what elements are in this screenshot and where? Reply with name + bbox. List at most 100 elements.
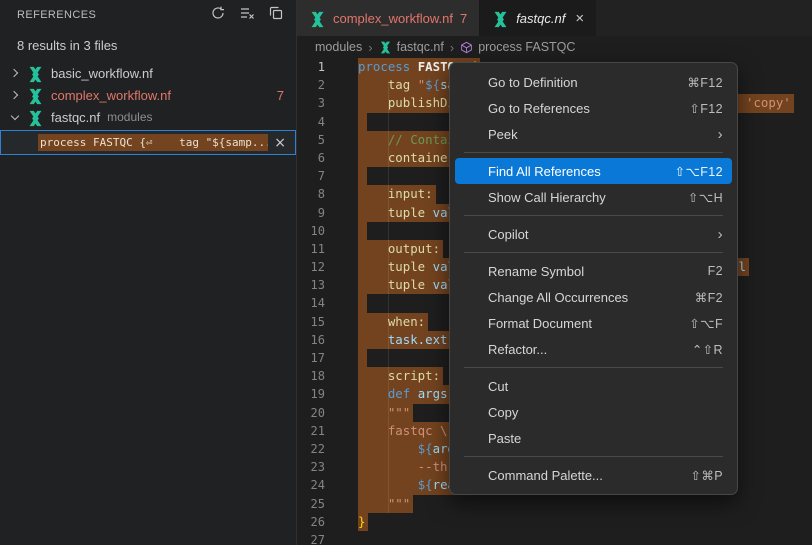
menu-item-label: Copilot <box>488 227 718 242</box>
breadcrumb-separator: › <box>450 40 454 55</box>
menu-item-show-call-hierarchy[interactable]: Show Call Hierarchy⇧⌥H <box>455 184 732 210</box>
dismiss-reference-icon[interactable]: × <box>274 135 286 151</box>
nextflow-file-icon <box>27 88 44 103</box>
menu-item-change-all-occurrences[interactable]: Change All Occurrences⌘F2 <box>455 284 732 310</box>
breadcrumb-item-process-fastqc[interactable]: process FASTQC <box>460 40 575 54</box>
menu-item-shortcut: ⇧F12 <box>689 101 723 116</box>
menu-item-label: Rename Symbol <box>488 264 708 279</box>
menu-item-label: Go to References <box>488 101 689 116</box>
line-number: 24 <box>297 476 325 494</box>
line-number: 12 <box>297 258 325 276</box>
line-content: """ <box>358 404 413 422</box>
menu-item-format-document[interactable]: Format Document⇧⌥F <box>455 310 732 336</box>
references-toolbar <box>208 5 286 25</box>
chevron-right-icon[interactable] <box>9 89 21 101</box>
menu-item-shortcut: ⌘F2 <box>695 290 723 305</box>
line-number: 23 <box>297 458 325 476</box>
chevron-right-icon[interactable] <box>9 67 21 79</box>
breadcrumb-item-modules[interactable]: modules <box>315 40 362 54</box>
line-number: 5 <box>297 131 325 149</box>
menu-item-rename-symbol[interactable]: Rename SymbolF2 <box>455 258 732 284</box>
vscode-window: REFERENCES 8 results in 3 files basic_wo… <box>0 0 812 545</box>
line-number: 25 <box>297 495 325 513</box>
tab-complex-workflow-nf[interactable]: complex_workflow.nf 7 <box>297 0 479 36</box>
line-content <box>358 294 367 312</box>
menu-item-paste[interactable]: Paste <box>455 425 732 451</box>
breadcrumb: modules›fastqc.nf›process FASTQC <box>297 36 812 58</box>
line-number: 15 <box>297 313 325 331</box>
menu-separator <box>464 252 723 253</box>
clear-all-icon <box>239 5 255 26</box>
line-number: 14 <box>297 294 325 312</box>
sidebar-file-basic-workflow-nf[interactable]: basic_workflow.nf <box>0 62 296 84</box>
menu-separator <box>464 152 723 153</box>
line-number: 22 <box>297 440 325 458</box>
menu-item-shortcut: ⇧⌥F <box>689 316 723 331</box>
cube-icon <box>460 41 473 54</box>
nextflow-file-icon <box>27 66 44 81</box>
references-header: REFERENCES <box>0 0 296 30</box>
clear-all-button[interactable] <box>237 5 257 25</box>
menu-item-copy[interactable]: Copy <box>455 399 732 425</box>
code-line-26[interactable]: 26} <box>297 513 812 531</box>
reference-result-text: process FASTQC {⏎ tag "${samp... <box>38 134 268 151</box>
menu-item-shortcut: ⌘F12 <box>687 75 723 90</box>
menu-item-refactor[interactable]: Refactor...⌃⇧R <box>455 336 732 362</box>
menu-item-command-palette[interactable]: Command Palette...⇧⌘P <box>455 462 732 488</box>
menu-item-cut[interactable]: Cut <box>455 373 732 399</box>
line-number: 20 <box>297 404 325 422</box>
line-content <box>358 222 367 240</box>
line-number: 27 <box>297 531 325 545</box>
menu-item-label: Refactor... <box>488 342 692 357</box>
line-content <box>358 167 367 185</box>
menu-item-shortcut: ⇧⌥F12 <box>675 164 723 179</box>
menu-item-go-to-references[interactable]: Go to References⇧F12 <box>455 95 732 121</box>
line-content: input: <box>358 185 436 203</box>
menu-item-label: Copy <box>488 405 723 420</box>
refresh-icon <box>210 5 226 26</box>
code-line-27[interactable]: 27 <box>297 531 812 545</box>
line-content: """ <box>358 495 413 513</box>
line-content: } <box>358 513 368 531</box>
menu-item-label: Peek <box>488 127 718 142</box>
menu-item-shortcut: ⌃⇧R <box>692 342 723 357</box>
breadcrumb-label: modules <box>315 40 362 54</box>
code-line-25[interactable]: 25 """ <box>297 495 812 513</box>
submenu-chevron-icon: › <box>718 127 723 142</box>
menu-item-label: Find All References <box>488 164 675 179</box>
menu-item-label: Format Document <box>488 316 689 331</box>
line-content: when: <box>358 313 428 331</box>
results-summary: 8 results in 3 files <box>0 30 296 62</box>
breadcrumb-item-fastqc-nf[interactable]: fastqc.nf <box>379 40 444 54</box>
line-number: 4 <box>297 113 325 131</box>
menu-item-label: Change All Occurrences <box>488 290 695 305</box>
menu-item-copilot[interactable]: Copilot› <box>455 221 732 247</box>
menu-item-shortcut: ⇧⌘P <box>690 468 723 483</box>
chevron-down-icon[interactable] <box>9 111 21 123</box>
tab-badge: 7 <box>460 11 467 26</box>
sidebar-file-fastqc-nf[interactable]: fastqc.nfmodules <box>0 106 296 128</box>
menu-item-go-to-definition[interactable]: Go to Definition⌘F12 <box>455 69 732 95</box>
line-number: 17 <box>297 349 325 367</box>
menu-item-find-all-references[interactable]: Find All References⇧⌥F12 <box>455 158 732 184</box>
collapse-all-button[interactable] <box>266 5 286 25</box>
tab-label: complex_workflow.nf <box>333 11 453 26</box>
menu-separator <box>464 456 723 457</box>
menu-item-label: Command Palette... <box>488 468 690 483</box>
menu-item-label: Paste <box>488 431 723 446</box>
tab-close-icon[interactable]: × <box>575 10 584 27</box>
editor-context-menu: Go to Definition⌘F12Go to References⇧F12… <box>449 62 738 495</box>
file-name: basic_workflow.nf <box>51 66 153 81</box>
line-number: 8 <box>297 185 325 203</box>
reference-result-item[interactable]: process FASTQC {⏎ tag "${samp... × <box>0 130 296 155</box>
menu-item-peek[interactable]: Peek› <box>455 121 732 147</box>
tab-label: fastqc.nf <box>516 11 565 26</box>
references-title: REFERENCES <box>17 9 208 21</box>
results-tree: basic_workflow.nf complex_workflow.nf7fas… <box>0 62 296 128</box>
sidebar-file-complex-workflow-nf[interactable]: complex_workflow.nf7 <box>0 84 296 106</box>
tab-fastqc-nf[interactable]: fastqc.nf × <box>479 0 596 36</box>
submenu-chevron-icon: › <box>718 227 723 242</box>
line-content: script: <box>358 367 443 385</box>
menu-item-label: Go to Definition <box>488 75 687 90</box>
refresh-button[interactable] <box>208 5 228 25</box>
